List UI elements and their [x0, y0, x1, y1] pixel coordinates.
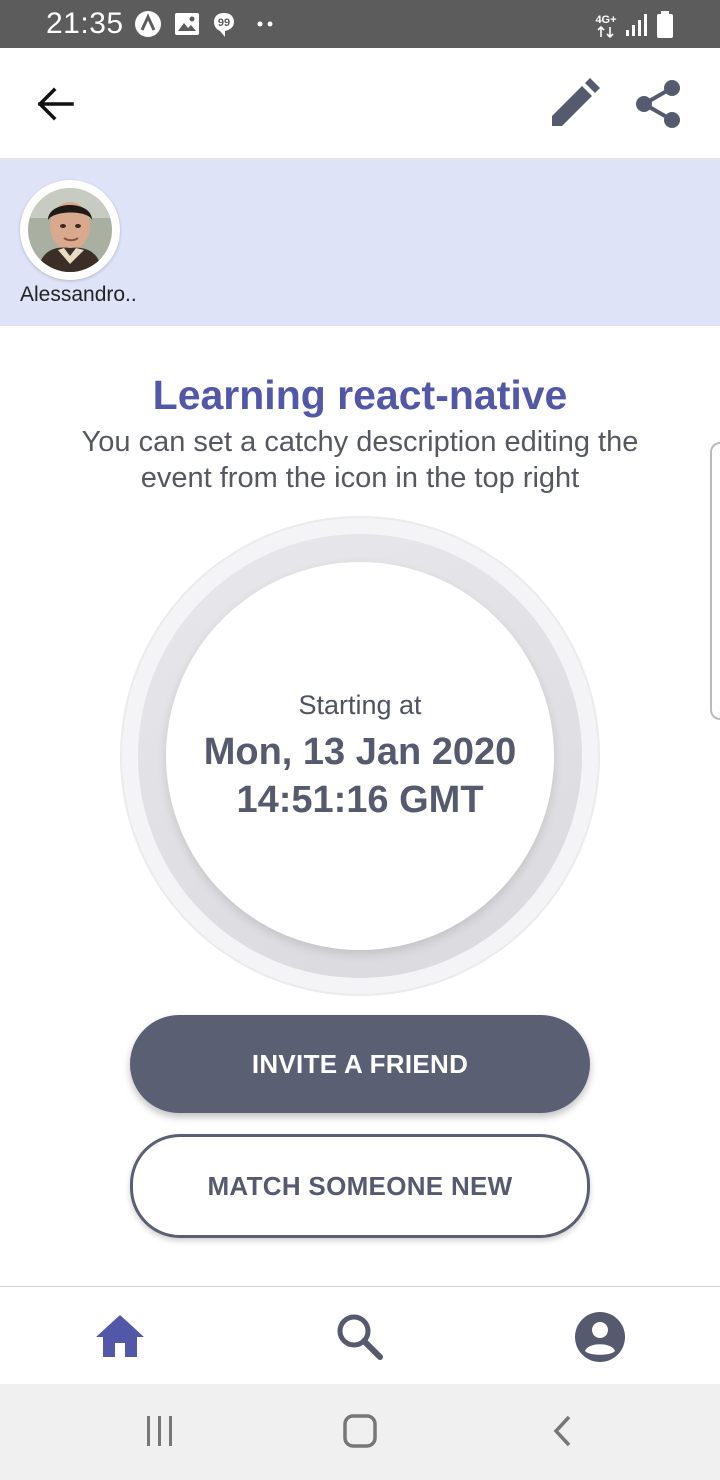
svg-text:99: 99	[218, 17, 230, 29]
bottom-nav	[0, 1286, 720, 1384]
status-bar: 21:35 99 4G+	[0, 0, 720, 48]
nav-account-button[interactable]	[574, 1311, 626, 1363]
arrow-left-icon	[37, 87, 74, 121]
home-system-icon	[343, 1414, 377, 1448]
starting-label: Starting at	[298, 690, 422, 720]
image-icon	[175, 13, 199, 35]
battery-icon	[657, 11, 673, 38]
status-time: 21:35	[46, 7, 124, 40]
home-system-button[interactable]	[342, 1413, 378, 1449]
nav-home-button[interactable]	[94, 1311, 146, 1363]
more-dots-icon	[257, 21, 273, 27]
starting-time: 14:51:16 GMT	[236, 779, 484, 821]
recent-apps-button[interactable]	[144, 1414, 176, 1448]
side-drawer-handle[interactable]	[710, 442, 720, 720]
match-someone-button[interactable]: MATCH SOMEONE NEW	[130, 1134, 590, 1238]
avatar-photo	[28, 188, 112, 272]
invite-friend-button[interactable]: INVITE A FRIEND	[130, 1015, 590, 1113]
starting-date: Mon, 13 Jan 2020	[203, 731, 517, 773]
share-icon	[636, 80, 680, 128]
message-icon: 99	[214, 13, 234, 37]
pencil-icon	[552, 78, 600, 126]
back-button[interactable]	[34, 84, 78, 124]
event-description: You can set a catchy description editing…	[81, 426, 639, 494]
participants-strip: Alessandro..	[0, 160, 720, 326]
app-bar	[0, 48, 720, 160]
signal-icon	[626, 14, 647, 36]
search-icon	[337, 1314, 383, 1360]
network-label: 4G+	[595, 14, 616, 26]
system-nav-bar	[0, 1384, 720, 1480]
share-button[interactable]	[632, 78, 684, 130]
account-icon	[575, 1312, 625, 1362]
nav-search-button[interactable]	[334, 1311, 386, 1363]
back-system-button[interactable]	[550, 1414, 574, 1448]
event-title: Learning react-native	[152, 372, 568, 418]
avatar[interactable]	[20, 180, 120, 280]
recent-apps-icon	[147, 1416, 172, 1446]
edit-button[interactable]	[548, 78, 600, 130]
app-a-icon	[135, 11, 161, 37]
participant-name: Alessandro..	[20, 283, 137, 306]
network-4g-icon: 4G+	[595, 14, 617, 38]
home-icon	[96, 1315, 144, 1357]
back-system-icon	[553, 1415, 571, 1447]
